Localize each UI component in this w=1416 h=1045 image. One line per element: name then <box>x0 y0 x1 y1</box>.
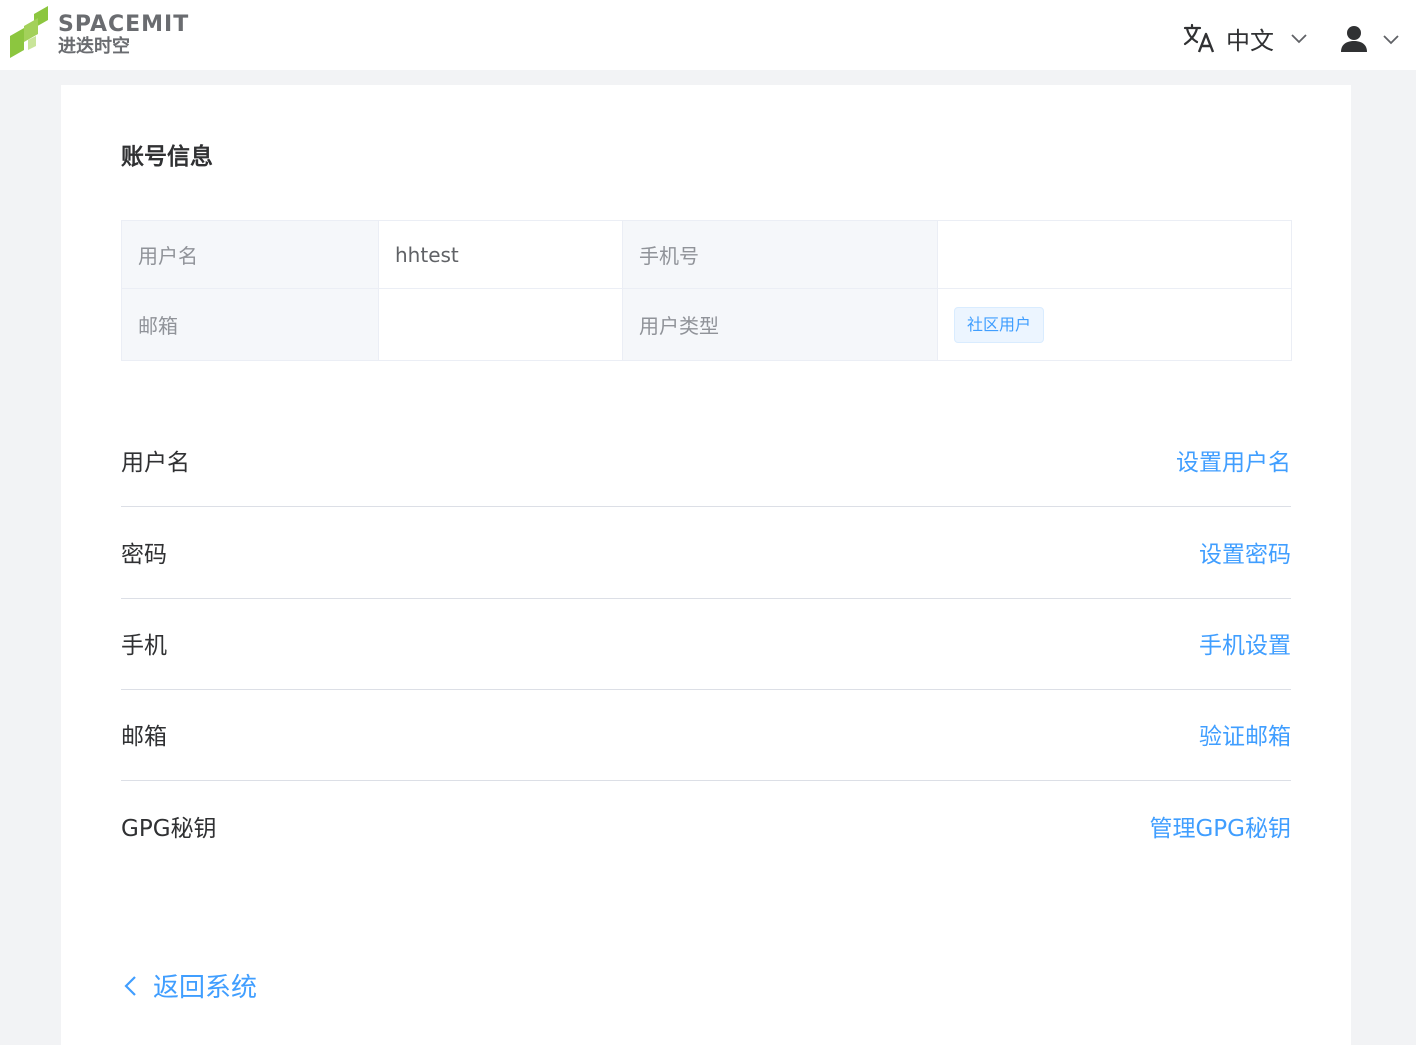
email-label: 邮箱 <box>121 288 379 361</box>
setting-row-email: 邮箱 验证邮箱 <box>121 688 1291 781</box>
page-title: 账号信息 <box>121 144 213 170</box>
top-header: SPACEMIT 进迭时空 中文 <box>0 0 1416 70</box>
chevron-down-icon <box>1383 35 1399 45</box>
back-label: 返回系统 <box>153 973 258 1003</box>
phone-label: 手机号 <box>622 220 938 289</box>
user-icon <box>1341 26 1367 52</box>
language-switcher[interactable]: 中文 <box>1182 18 1308 58</box>
setting-label: GPG秘钥 <box>121 816 217 842</box>
table-row: 用户名 hhtest 手机号 <box>121 220 1292 289</box>
setting-label: 用户名 <box>121 450 190 476</box>
set-username-link[interactable]: 设置用户名 <box>1176 443 1291 477</box>
user-menu[interactable] <box>1340 20 1400 58</box>
set-password-link[interactable]: 设置密码 <box>1199 535 1291 569</box>
user-type-label: 用户类型 <box>622 288 938 361</box>
phone-settings-link[interactable]: 手机设置 <box>1199 626 1291 660</box>
user-type-tag: 社区用户 <box>954 306 1045 343</box>
user-type-value: 社区用户 <box>937 288 1292 361</box>
setting-row-phone: 手机 手机设置 <box>121 597 1291 690</box>
phone-value <box>937 220 1292 289</box>
back-to-system-link[interactable]: 返回系统 <box>121 967 257 1004</box>
logo-text-en: SPACEMIT <box>58 12 190 37</box>
chevron-down-icon <box>1291 34 1307 44</box>
translate-icon <box>1183 23 1215 53</box>
setting-label: 手机 <box>121 633 167 659</box>
manage-gpg-keys-link[interactable]: 管理GPG秘钥 <box>1149 809 1291 843</box>
language-label: 中文 <box>1226 26 1274 55</box>
setting-row-gpg: GPG秘钥 管理GPG秘钥 <box>121 780 1291 872</box>
username-value: hhtest <box>378 220 623 289</box>
verify-email-link[interactable]: 验证邮箱 <box>1199 717 1291 751</box>
account-card: 账号信息 用户名 hhtest 手机号 邮箱 用户类型 社区用户 用户名 设置用… <box>61 85 1351 1045</box>
spacemit-logo[interactable]: SPACEMIT 进迭时空 <box>10 6 210 58</box>
logo-text-cn: 进迭时空 <box>58 36 130 57</box>
setting-label: 邮箱 <box>121 724 167 750</box>
username-label: 用户名 <box>121 220 379 289</box>
chevron-left-icon <box>124 975 136 996</box>
table-row: 邮箱 用户类型 社区用户 <box>121 288 1292 361</box>
setting-label: 密码 <box>121 542 167 568</box>
logo-mark-icon <box>10 6 48 58</box>
email-value <box>378 288 623 361</box>
setting-row-password: 密码 设置密码 <box>121 506 1291 599</box>
account-info-table: 用户名 hhtest 手机号 邮箱 用户类型 社区用户 <box>121 220 1292 361</box>
setting-row-username: 用户名 设置用户名 <box>121 414 1291 507</box>
